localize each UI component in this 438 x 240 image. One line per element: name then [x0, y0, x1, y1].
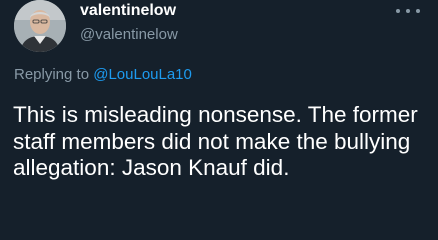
tweet-text: This is misleading nonsense. The former … — [13, 102, 418, 180]
avatar[interactable] — [14, 0, 66, 52]
more-dot — [416, 9, 420, 13]
replying-mention-link[interactable]: @LouLouLa10 — [93, 66, 192, 83]
user-handle[interactable]: @valentinelow — [80, 26, 178, 43]
replying-to-line: Replying to @LouLouLa10 — [14, 66, 192, 83]
display-name[interactable]: valentinelow — [80, 2, 176, 20]
replying-prefix: Replying to — [14, 66, 90, 83]
more-dot — [396, 9, 400, 13]
tweet: valentinelow @valentinelow Replying to @… — [0, 0, 438, 240]
more-dot — [406, 9, 410, 13]
avatar-photo — [14, 0, 66, 52]
more-horizontal-icon[interactable] — [396, 2, 420, 20]
